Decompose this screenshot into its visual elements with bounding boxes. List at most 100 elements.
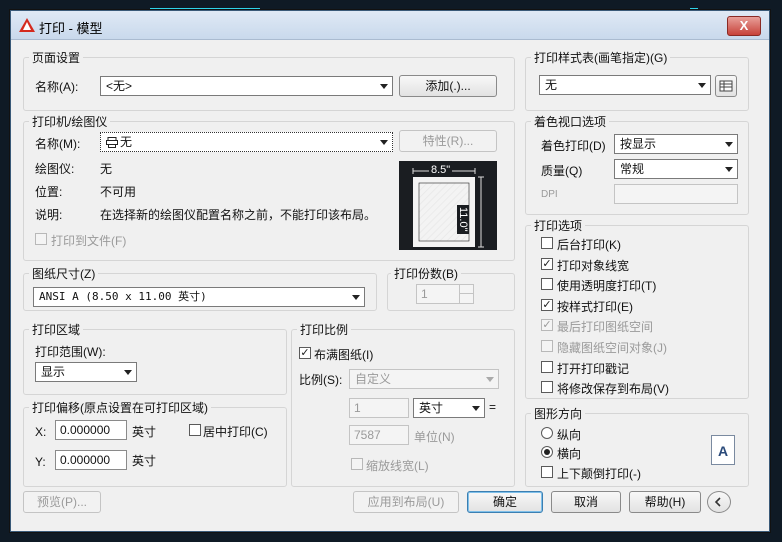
landscape-radio[interactable] <box>541 446 553 458</box>
scale-lineweights-checkbox[interactable] <box>351 458 363 470</box>
printer-name-select[interactable]: 无 <box>100 132 393 152</box>
shade-plot-select[interactable]: 按显示 <box>614 134 738 154</box>
center-plot-label: 居中打印(C) <box>203 425 268 439</box>
scale-unit-select[interactable]: 英寸 <box>413 398 485 418</box>
plot-option-checkbox[interactable] <box>541 381 553 394</box>
landscape-label: 横向 <box>557 447 582 461</box>
plot-option-label: 打印对象线宽 <box>557 258 630 273</box>
plot-option-label: 最后打印图纸空间 <box>557 320 654 335</box>
offset-y-unit: 英寸 <box>132 454 157 468</box>
scale-value1-input[interactable]: 1 <box>349 398 409 418</box>
scale-value2-input[interactable]: 7587 <box>349 425 409 445</box>
quality-label: 质量(Q) <box>541 164 583 178</box>
page-setup-name-select[interactable]: <无> <box>100 76 393 96</box>
arrow-left-icon <box>714 497 721 507</box>
preview-height-label: 11.0" <box>457 205 469 234</box>
paper-preview: 8.5" 11.0" <box>399 161 497 250</box>
scale-lineweights-label: 缩放线宽(L) <box>366 459 429 473</box>
edit-table-icon <box>719 80 733 92</box>
spinner-up-icon[interactable] <box>459 285 473 294</box>
autocad-logo-icon <box>19 18 35 32</box>
ok-button[interactable]: 确定 <box>467 491 543 513</box>
location-value: 不可用 <box>100 185 137 199</box>
help-button[interactable]: 帮助(H) <box>629 491 701 513</box>
plot-area-legend: 打印区域 <box>29 321 84 338</box>
offset-y-input[interactable]: 0.000000 <box>55 450 127 470</box>
paper-size-select[interactable]: ANSI A (8.50 x 11.00 英寸) <box>33 287 365 307</box>
plotter-value: 无 <box>100 162 113 176</box>
offset-x-input[interactable]: 0.000000 <box>55 420 127 440</box>
paper-size-value: ANSI A (8.50 x 11.00 英寸) <box>39 290 207 303</box>
page-setup-legend: 页面设置 <box>29 49 84 66</box>
offset-y-label: Y: <box>35 455 46 469</box>
fit-to-paper-checkbox[interactable]: ✓ <box>299 347 311 359</box>
page-setup-add-button[interactable]: 添加(.)... <box>399 75 497 97</box>
location-label: 位置: <box>35 185 63 199</box>
print-to-file-label: 打印到文件(F) <box>51 234 127 248</box>
plot-option-checkbox[interactable] <box>541 278 553 291</box>
scale-unit1: 英寸 <box>419 401 444 415</box>
fit-to-paper-label: 布满图纸(I) <box>314 348 374 362</box>
page-setup-name-value: <无> <box>106 79 133 93</box>
center-plot-checkbox[interactable] <box>189 424 201 436</box>
plot-option-label: 后台打印(K) <box>557 238 621 252</box>
scale-value2: 7587 <box>354 428 381 442</box>
spinner-down-icon[interactable] <box>459 294 473 303</box>
quality-select[interactable]: 常规 <box>614 159 738 179</box>
orientation-legend: 图形方向 <box>531 405 586 422</box>
printer-legend: 打印机/绘图仪 <box>29 113 111 130</box>
plot-style-table-legend: 打印样式表(画笔指定)(G) <box>531 49 671 66</box>
scale-value: 自定义 <box>355 372 392 386</box>
cancel-button[interactable]: 取消 <box>551 491 621 513</box>
copies-legend: 打印份数(B) <box>391 265 461 282</box>
chevron-down-icon <box>124 370 132 375</box>
plot-option-checkbox[interactable] <box>541 340 553 352</box>
orientation-letter: A <box>718 443 729 459</box>
scale-value1: 1 <box>354 401 361 415</box>
page-setup-name-label: 名称(A): <box>35 80 79 94</box>
dpi-input[interactable] <box>614 184 738 204</box>
plot-offset-legend: 打印偏移(原点设置在可打印区域) <box>29 399 211 416</box>
shaded-viewport-legend: 着色视口选项 <box>531 113 610 130</box>
upside-down-checkbox[interactable] <box>541 466 553 478</box>
plot-scale-legend: 打印比例 <box>297 321 352 338</box>
plot-option-checkbox[interactable]: ✓ <box>541 298 553 311</box>
printer-icon <box>106 137 118 148</box>
preview-button[interactable]: 预览(P)... <box>23 491 101 513</box>
plot-option-checkbox[interactable]: ✓ <box>541 257 553 270</box>
shade-plot-label: 着色打印(D) <box>541 139 606 153</box>
title-bar: 打印 - 模型 X <box>11 11 769 40</box>
paper-size-legend: 图纸尺寸(Z) <box>29 265 99 282</box>
print-to-file-checkbox[interactable] <box>35 233 47 245</box>
copies-value: 1 <box>421 287 428 301</box>
preview-width-label: 8.5" <box>429 164 453 176</box>
copies-spinner[interactable]: 1 <box>416 284 474 304</box>
offset-x-label: X: <box>35 425 47 439</box>
close-button[interactable]: X <box>727 16 761 36</box>
plot-option-label: 按样式打印(E) <box>557 299 633 314</box>
scale-equals: = <box>489 400 497 414</box>
plot-option-checkbox[interactable] <box>541 237 553 249</box>
apply-to-layout-button[interactable]: 应用到布局(U) <box>353 491 459 513</box>
plot-option-label: 隐藏图纸空间对象(J) <box>557 341 667 355</box>
description-value: 在选择新的绘图仪配置名称之前，不能打印该布局。 <box>100 208 377 222</box>
expand-collapse-button[interactable] <box>707 491 731 513</box>
portrait-radio[interactable] <box>541 427 553 439</box>
offset-x-unit: 英寸 <box>132 425 157 439</box>
edit-plot-style-button[interactable] <box>715 75 737 97</box>
chevron-down-icon <box>380 84 388 89</box>
orientation-preview-icon: A <box>711 435 735 465</box>
chevron-down-icon <box>352 295 360 300</box>
plot-option-checkbox[interactable] <box>541 360 553 373</box>
chevron-down-icon <box>380 140 388 145</box>
offset-y-value: 0.000000 <box>60 453 111 467</box>
plot-option-checkbox[interactable]: ✓ <box>541 319 553 332</box>
plot-style-table-select[interactable]: 无 <box>539 75 711 95</box>
chevron-down-icon <box>725 142 733 147</box>
portrait-label: 纵向 <box>557 428 582 442</box>
plot-range-select[interactable]: 显示 <box>35 362 137 382</box>
scale-select[interactable]: 自定义 <box>349 369 499 389</box>
printer-properties-button[interactable]: 特性(R)... <box>399 130 497 152</box>
plot-options-legend: 打印选项 <box>531 217 586 234</box>
quality-value: 常规 <box>620 162 645 176</box>
